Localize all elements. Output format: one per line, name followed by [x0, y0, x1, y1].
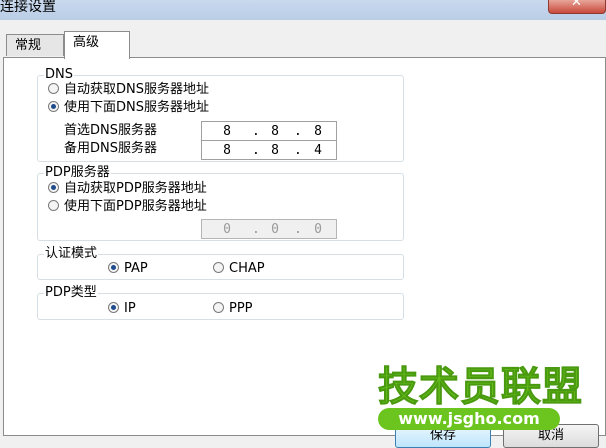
- pdp-type-ip-label: IP: [124, 301, 136, 316]
- auth-chap-radio[interactable]: [213, 262, 224, 273]
- watermark-url: www.jsgho.com: [378, 408, 560, 430]
- ip-dot: .: [252, 143, 260, 158]
- tab-general[interactable]: 常规: [6, 34, 64, 56]
- ip-octet: 8: [271, 124, 279, 139]
- dns-manual-radio[interactable]: [48, 101, 59, 112]
- primary-dns-input[interactable]: 8 . 8 . 8: [201, 121, 337, 141]
- ip-dot: .: [294, 124, 302, 139]
- secondary-dns-label: 备用DNS服务器: [64, 141, 157, 156]
- auth-mode-group: 认证模式 PAP CHAP: [37, 246, 404, 280]
- auth-mode-legend: 认证模式: [44, 246, 99, 262]
- pdp-auto-radio[interactable]: [48, 182, 59, 193]
- ip-octet: 8: [314, 124, 322, 139]
- ip-octet: 0: [271, 222, 279, 237]
- pdp-manual-label: 使用下面PDP服务器地址: [64, 199, 207, 214]
- pdp-type-ppp-radio[interactable]: [213, 302, 224, 313]
- ip-octet: 8: [223, 124, 231, 139]
- title-bar: 连接设置 ✕: [0, 0, 606, 20]
- ip-dot: .: [252, 222, 260, 237]
- pdp-type-ip-option[interactable]: IP: [108, 300, 136, 318]
- ip-octet: 4: [314, 143, 322, 158]
- auth-chap-label: CHAP: [229, 261, 265, 276]
- auth-chap-option[interactable]: CHAP: [213, 260, 265, 278]
- ip-octet: 8: [223, 143, 231, 158]
- ip-dot: .: [294, 222, 302, 237]
- pdp-type-ip-radio[interactable]: [108, 302, 119, 313]
- pdp-type-ppp-label: PPP: [229, 301, 253, 316]
- dns-manual-label: 使用下面DNS服务器地址: [64, 100, 209, 115]
- close-button[interactable]: ✕: [548, 0, 606, 14]
- watermark-logo: 技术员联盟 www.jsgho.com: [378, 364, 606, 436]
- ip-octet: 0: [314, 222, 322, 237]
- primary-dns-label: 首选DNS服务器: [64, 123, 157, 138]
- watermark-text: 技术员联盟: [378, 364, 583, 411]
- dns-manual-option[interactable]: 使用下面DNS服务器地址: [48, 99, 209, 117]
- close-icon: ✕: [571, 0, 582, 10]
- pdp-server-legend: PDP服务器: [44, 165, 111, 181]
- pdp-server-group: PDP服务器 自动获取PDP服务器地址 使用下面PDP服务器地址 0 . 0 .…: [37, 165, 404, 241]
- tab-advanced[interactable]: 高级: [64, 31, 130, 59]
- ip-dot: .: [294, 143, 302, 158]
- pdp-manual-option[interactable]: 使用下面PDP服务器地址: [48, 198, 207, 216]
- dns-auto-option[interactable]: 自动获取DNS服务器地址: [48, 81, 209, 99]
- pdp-auto-label: 自动获取PDP服务器地址: [64, 181, 207, 196]
- ip-dot: .: [252, 124, 260, 139]
- ip-octet: 0: [223, 222, 231, 237]
- pdp-type-ppp-option[interactable]: PPP: [213, 300, 253, 318]
- auth-pap-option[interactable]: PAP: [108, 260, 148, 278]
- ip-octet: 8: [271, 143, 279, 158]
- auth-pap-label: PAP: [124, 261, 148, 276]
- dns-auto-radio[interactable]: [48, 83, 59, 94]
- pdp-type-legend: PDP类型: [44, 285, 98, 301]
- dns-auto-label: 自动获取DNS服务器地址: [64, 82, 209, 97]
- secondary-dns-input[interactable]: 8 . 8 . 4: [201, 140, 337, 160]
- window-title: 连接设置: [0, 0, 56, 15]
- pdp-server-input[interactable]: 0 . 0 . 0: [201, 219, 337, 239]
- dns-group: DNS 自动获取DNS服务器地址 使用下面DNS服务器地址 首选DNS服务器 8…: [37, 67, 404, 162]
- pdp-type-group: PDP类型 IP PPP: [37, 285, 404, 320]
- pdp-auto-option[interactable]: 自动获取PDP服务器地址: [48, 180, 207, 198]
- pdp-manual-radio[interactable]: [48, 200, 59, 211]
- auth-pap-radio[interactable]: [108, 262, 119, 273]
